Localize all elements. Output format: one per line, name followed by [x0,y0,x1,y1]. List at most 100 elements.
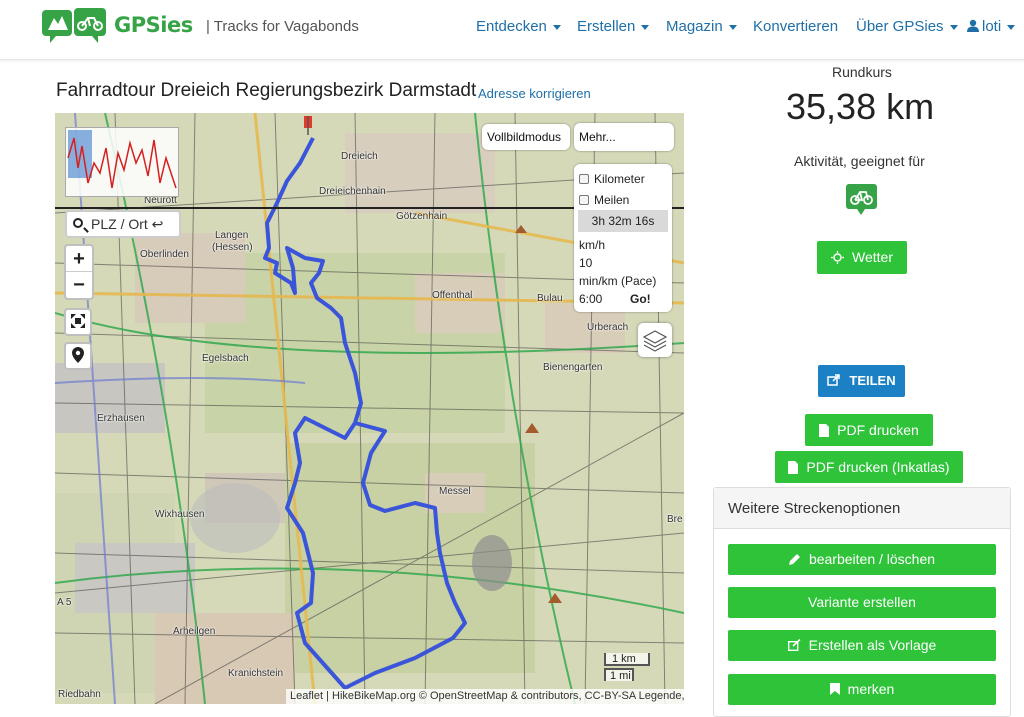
search-placeholder: PLZ / Ort ↩ [91,216,164,232]
scale-km: 1 km [604,653,650,666]
layers-button[interactable] [638,323,672,357]
mi-checkbox[interactable] [579,195,589,205]
pdf-inkatlas-button[interactable]: PDF drucken (Inkatlas) [775,451,963,483]
create-variant-button[interactable]: Variante erstellen [728,587,996,618]
share-label: TEILEN [849,373,896,388]
map-attribution[interactable]: Leaflet | HikeBikeMap.org © OpenStreetMa… [286,689,684,704]
duration-display: 3h 32m 16s [578,210,668,232]
zoom-in-button[interactable]: + [66,246,92,272]
pace-calculator: Kilometer Meilen 3h 32m 16s km/h 10 min/… [574,164,672,312]
map-label: Langen [215,230,249,241]
mi-label: Meilen [594,193,630,207]
sun-icon [831,251,844,264]
fit-bounds-icon [71,314,85,328]
fix-address-link[interactable]: Adresse korrigieren [478,86,591,101]
bookmark-label: merken [847,681,895,697]
edit-delete-button[interactable]: bearbeiten / löschen [728,544,996,575]
kmh-label: km/h [579,238,606,252]
caret-down-icon [728,24,737,30]
activity-label: Aktivität, geeignet für [794,153,925,169]
nav-erstellen-label: Erstellen [577,18,636,35]
map-canvas[interactable]: Neurott Dreieich Dreieichenhain Götzenha… [55,113,684,704]
zoom-out-button[interactable]: − [66,272,92,298]
edit-delete-label: bearbeiten / löschen [808,551,936,567]
km-checkbox[interactable] [579,174,589,184]
route-type-label: Rundkurs [832,64,892,80]
map-label: Wixhausen [155,509,205,520]
pdf-print-button[interactable]: PDF drucken [805,414,933,446]
nav-konvertieren-label: Konvertieren [753,18,839,35]
go-button[interactable]: Go! [630,292,651,306]
nav-magazin-label: Magazin [666,18,723,35]
map-label: Bienengarten [543,362,603,373]
nav-konvertieren[interactable]: Konvertieren [753,18,838,35]
caret-down-icon [552,24,561,30]
share-button[interactable]: TEILEN [818,365,905,397]
pace-label: min/km (Pace) [579,274,657,288]
edit-template-icon [787,639,801,651]
nav-entdecken[interactable]: Entdecken [476,18,561,35]
map-label: Egelsbach [202,353,249,364]
fullscreen-button[interactable]: Vollbildmodus [482,124,570,150]
zoom-control: + − [64,244,94,300]
km-option[interactable]: Kilometer [579,172,645,186]
elevation-profile[interactable] [65,127,179,197]
locate-button[interactable] [64,342,92,370]
gps-bike-logo-icon[interactable] [40,6,108,44]
map-label: Arheilgen [173,626,216,637]
nav-ueber-label: Über GPSies [856,18,944,35]
nav-entdecken-label: Entdecken [476,18,547,35]
user-icon [967,19,979,32]
map-scale: 1 km 1 mi [604,653,650,682]
map-label: Messel [439,486,471,497]
nav-ueber-gpsies[interactable]: Über GPSies [856,18,958,35]
nav-erstellen[interactable]: Erstellen [577,18,650,35]
pdf-atlas-label: PDF drucken (Inkatlas) [806,459,950,475]
pencil-icon [788,554,800,565]
map-pin-icon [72,347,84,363]
kmh-input[interactable]: 10 [579,256,592,270]
scale-mi: 1 mi [604,668,634,682]
map-label: A 5 [57,597,72,608]
pdf-label: PDF drucken [837,422,919,438]
logo-text[interactable]: GPSies [114,13,193,37]
place-search-input[interactable]: PLZ / Ort ↩ [65,210,181,238]
page-title: Fahrradtour Dreieich Regierungsbezirk Da… [56,80,477,101]
map-label: Urberach [587,322,629,333]
nav-user-menu[interactable]: loti [967,18,1016,35]
caret-down-icon [641,24,650,30]
create-template-label: Erstellen als Vorlage [808,637,937,653]
tagline: | Tracks for Vagabonds [206,18,359,35]
mi-option[interactable]: Meilen [579,193,629,207]
map-label: Oberlinden [140,249,189,260]
map-label: Dreieichenhain [319,186,386,197]
map-label: Dreieich [341,151,378,162]
bookmark-button[interactable]: merken [728,674,996,705]
search-icon [73,218,83,228]
document-icon [819,424,830,437]
pace-input[interactable]: 6:00 [579,292,602,306]
create-template-button[interactable]: Erstellen als Vorlage [728,630,996,661]
create-variant-label: Variante erstellen [808,594,916,610]
options-title: Weitere Streckenoptionen [714,488,1010,529]
nav-magazin[interactable]: Magazin [666,18,737,35]
nav-user-label: loti [982,18,1002,35]
bookmark-icon [829,683,840,695]
fit-bounds-button[interactable] [64,308,92,336]
map-label: Bulau [537,293,563,304]
document-icon [788,461,799,474]
map-label: Götzenhain [396,211,448,222]
more-dropdown[interactable]: Mehr... [574,123,674,151]
map-label: Erzhausen [97,413,145,424]
km-label: Kilometer [594,172,645,186]
top-navbar: GPSies | Tracks for Vagabonds Entdecken … [0,0,1024,60]
caret-down-icon [949,24,958,30]
bicycle-icon [846,184,877,215]
share-icon [827,374,841,386]
map-label: (Hessen) [212,242,253,253]
map-label: Offenthal [432,290,473,301]
map-label: Bre [667,514,683,525]
weather-label: Wetter [852,249,893,265]
layers-icon [642,330,668,352]
weather-button[interactable]: Wetter [817,241,907,274]
